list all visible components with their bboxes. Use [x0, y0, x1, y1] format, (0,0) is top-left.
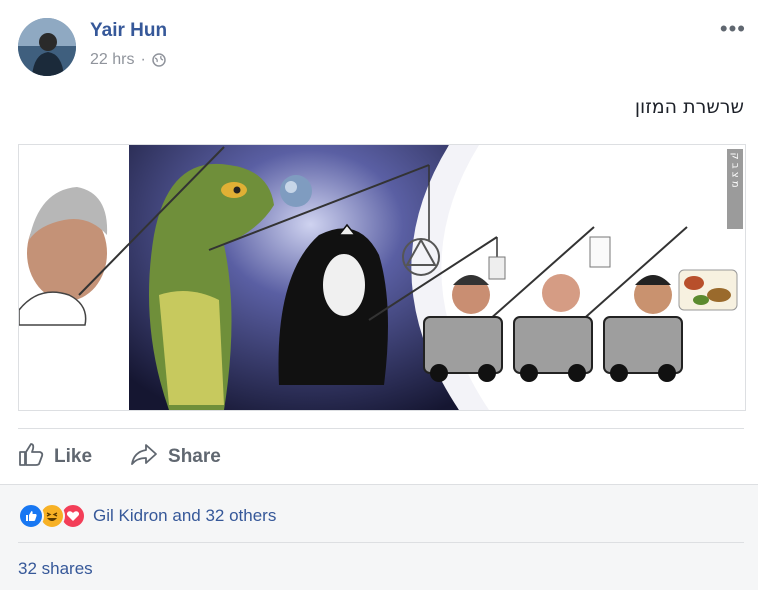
- globe-icon[interactable]: [152, 53, 166, 67]
- reactions-summary[interactable]: Gil Kidron and 32 others: [18, 503, 276, 529]
- reactions-text[interactable]: Gil Kidron and 32 others: [93, 506, 276, 526]
- like-label: Like: [54, 446, 93, 467]
- share-button[interactable]: Share: [130, 442, 221, 472]
- avatar[interactable]: [18, 18, 76, 76]
- share-label: Share: [168, 446, 221, 467]
- post-time[interactable]: 22 hrs: [90, 51, 134, 69]
- post-footer: Gil Kidron and 32 others 32 shares: [0, 484, 758, 590]
- thumbs-up-icon: [18, 442, 44, 472]
- like-button[interactable]: Like: [18, 442, 92, 472]
- post-meta: 22 hrs ·: [90, 51, 166, 69]
- divider: [18, 428, 744, 429]
- footer-divider: [18, 542, 744, 543]
- post-header: Yair Hun 22 hrs · •••: [0, 0, 758, 90]
- like-reaction-icon: [18, 503, 44, 529]
- image-side-label: מ צ ב ק ש: [730, 145, 741, 188]
- action-bar: Like Share: [18, 437, 221, 477]
- meta-separator: ·: [140, 51, 146, 68]
- author-name[interactable]: Yair Hun: [90, 20, 167, 42]
- post-text: שרשרת המזון: [634, 96, 744, 118]
- shares-count[interactable]: 32 shares: [18, 559, 93, 579]
- more-dots-icon[interactable]: •••: [720, 16, 746, 42]
- post-image[interactable]: מ צ ב ק ש: [18, 144, 746, 411]
- share-icon: [130, 442, 158, 472]
